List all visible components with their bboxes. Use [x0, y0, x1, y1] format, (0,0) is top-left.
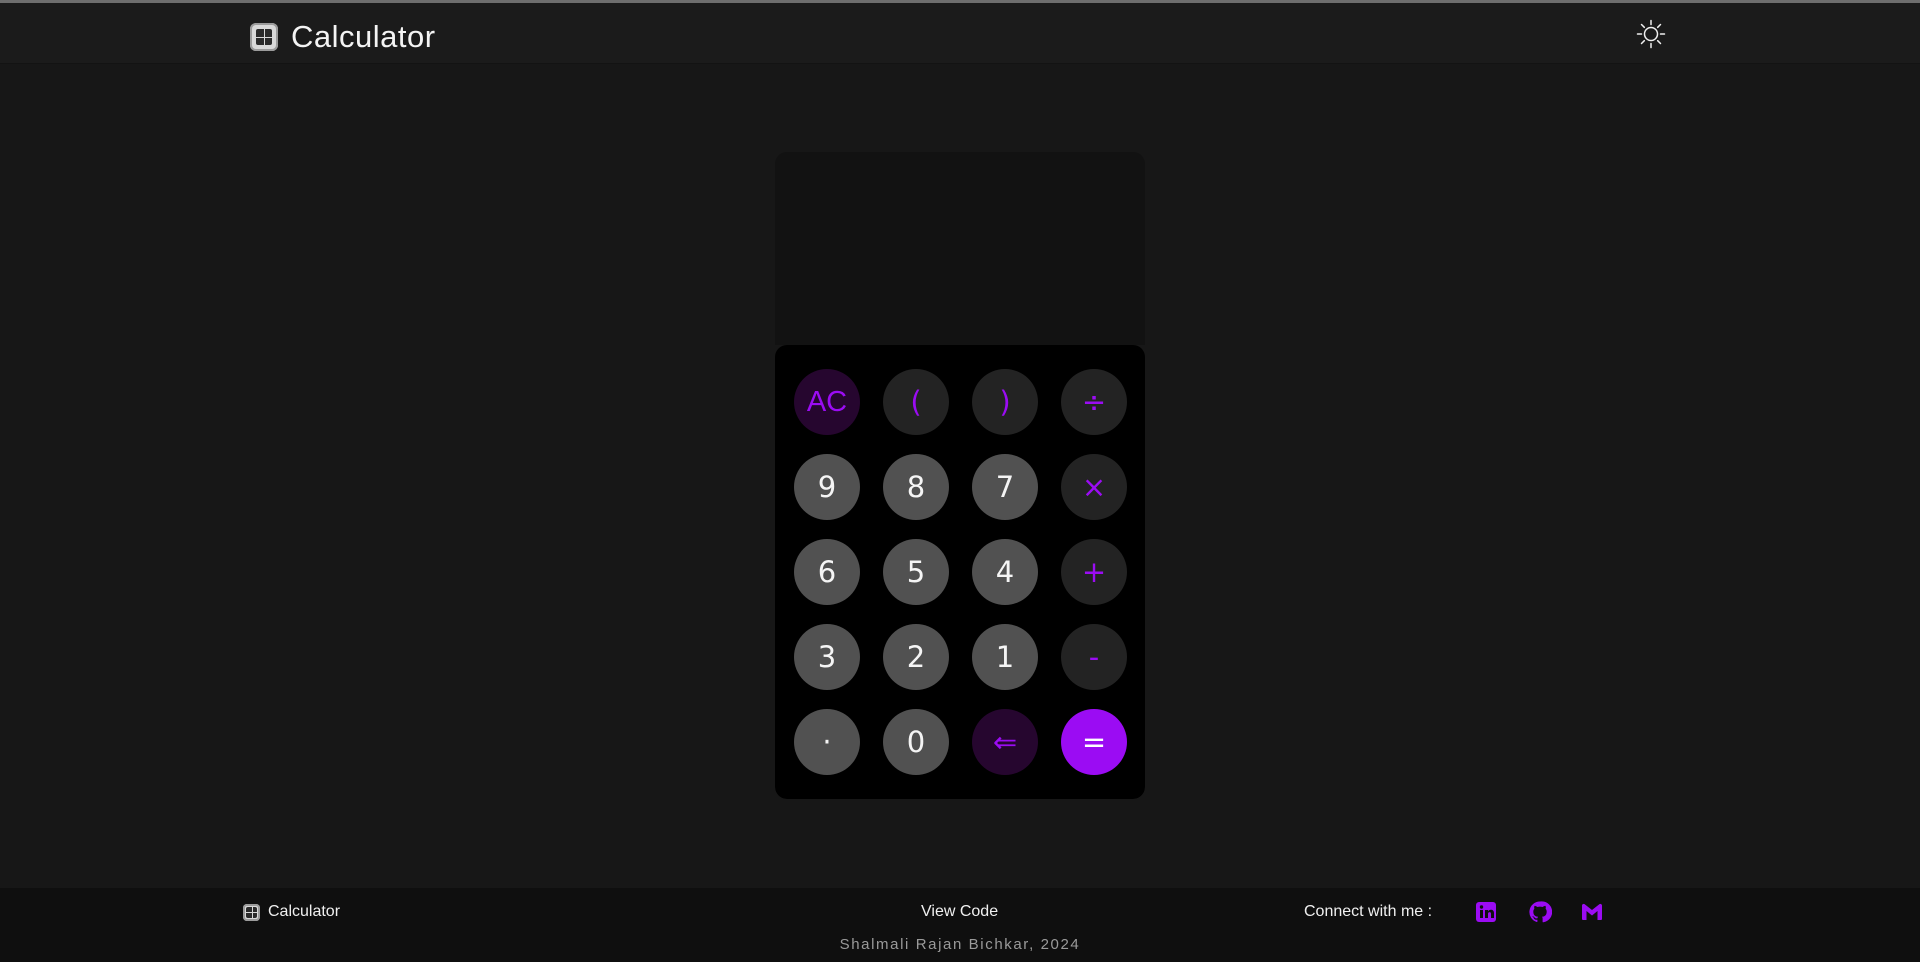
backspace-button[interactable]: ⇐ [972, 709, 1038, 775]
linkedin-icon [1476, 902, 1496, 922]
subtract-button[interactable]: - [1061, 624, 1127, 690]
digit-5-button[interactable]: 5 [883, 539, 949, 605]
footer-brand[interactable]: Calculator [243, 903, 340, 921]
calculator-display [775, 152, 1145, 345]
digit-8-button[interactable]: 8 [883, 454, 949, 520]
digit-7-button[interactable]: 7 [972, 454, 1038, 520]
footer: Calculator View Code Connect with me : S… [0, 888, 1920, 962]
navbar: Calculator [0, 3, 1920, 63]
gmail-icon [1582, 903, 1602, 920]
digit-0-button[interactable]: 0 [883, 709, 949, 775]
linkedin-link[interactable] [1474, 900, 1498, 924]
sun-icon [1636, 19, 1666, 49]
calculator-app-icon [243, 903, 260, 921]
decimal-button[interactable]: · [794, 709, 860, 775]
divide-button[interactable]: ÷ [1061, 369, 1127, 435]
gmail-link[interactable] [1580, 900, 1604, 924]
page-title: Calculator [291, 19, 436, 54]
digit-1-button[interactable]: 1 [972, 624, 1038, 690]
keypad: AC () ÷ 9 8 7 × 6 5 4 +3 2 1- · 0 ⇐ = [775, 345, 1145, 799]
close-paren-button[interactable]: ) [972, 369, 1038, 435]
connect-label: Connect with me : [1304, 903, 1433, 920]
digit-2-button[interactable]: 2 [883, 624, 949, 690]
multiply-button[interactable]: × [1061, 454, 1127, 520]
digit-6-button[interactable]: 6 [794, 539, 860, 605]
digit-9-button[interactable]: 9 [794, 454, 860, 520]
digit-3-button[interactable]: 3 [794, 624, 860, 690]
copyright-credit: Shalmali Rajan Bichkar, 2024 [839, 936, 1081, 953]
footer-brand-label: Calculator [268, 903, 341, 920]
digit-4-button[interactable]: 4 [972, 539, 1038, 605]
add-button[interactable]: + [1061, 539, 1127, 605]
github-link[interactable] [1528, 900, 1553, 924]
open-paren-button[interactable]: ( [883, 369, 949, 435]
calculator-body: AC () ÷ 9 8 7 × 6 5 4 +3 2 1- · 0 ⇐ = [775, 152, 1145, 799]
brand[interactable]: Calculator [250, 19, 436, 55]
equals-button[interactable]: = [1061, 709, 1127, 775]
github-icon [1529, 901, 1553, 923]
view-code-link[interactable]: View Code [921, 903, 998, 921]
calculator-app-icon [250, 23, 278, 51]
theme-toggle-button[interactable] [1636, 19, 1666, 49]
clear-button[interactable]: AC [794, 369, 860, 435]
